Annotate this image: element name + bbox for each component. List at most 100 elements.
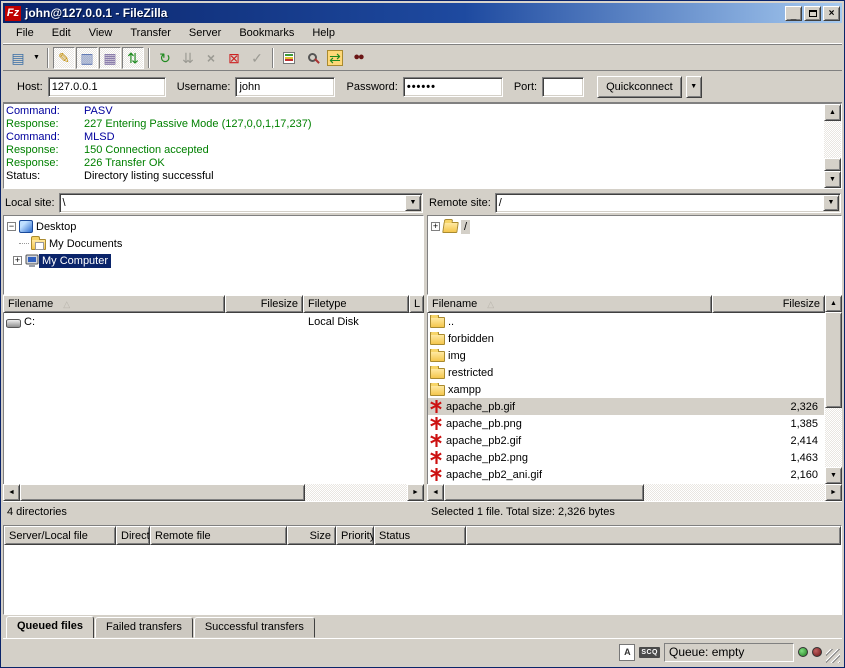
chevron-down-icon[interactable]: ▼ [405, 195, 421, 211]
host-input[interactable] [48, 77, 166, 97]
process-queue-button[interactable]: ⇊ [177, 47, 199, 69]
scroll-down-icon[interactable]: ▼ [825, 467, 842, 484]
tree-item-my-computer[interactable]: + My Computer [7, 252, 423, 269]
local-site-combo[interactable]: \ ▼ [59, 193, 423, 213]
quickconnect-button[interactable]: Quickconnect [597, 76, 682, 98]
menu-file[interactable]: File [7, 24, 43, 42]
queue-list-empty[interactable] [4, 545, 841, 614]
local-scroll-thumb[interactable] [20, 484, 305, 501]
tree-item-desktop[interactable]: − Desktop [7, 218, 423, 235]
selected-tree-item-label: My Computer [39, 254, 111, 268]
log-line: Command:MLSD [6, 131, 822, 144]
message-log: Command:PASV Response:227 Entering Passi… [4, 104, 824, 188]
local-column-filetype[interactable]: Filetype [303, 295, 409, 313]
local-column-filesize[interactable]: Filesize [225, 295, 303, 313]
remote-horizontal-scrollbar[interactable]: ◄ ► [427, 484, 842, 501]
queue-column-remote-file[interactable]: Remote file [150, 526, 287, 545]
local-horizontal-scrollbar[interactable]: ◄ ► [3, 484, 424, 501]
tree-expand-icon[interactable]: + [13, 256, 22, 265]
toggle-remote-tree-button[interactable]: ▦ [99, 47, 121, 69]
menu-edit[interactable]: Edit [43, 24, 80, 42]
disconnect-button[interactable]: ⊠ [223, 47, 245, 69]
directory-comparison-button[interactable] [278, 47, 300, 69]
resize-grip[interactable] [826, 649, 840, 663]
find-files-button[interactable]: ●● [347, 47, 369, 69]
tree-item-my-documents[interactable]: My Documents [7, 235, 423, 252]
local-column-filename[interactable]: Filename△ [3, 295, 225, 313]
local-file-row-c-drive[interactable]: C: Local Disk [4, 313, 423, 330]
remote-file-row[interactable]: apache_pb.png 1,385 [428, 415, 824, 432]
speed-limit-badge-icon[interactable]: SCQ [639, 647, 660, 658]
menu-transfer[interactable]: Transfer [121, 24, 180, 42]
tab-queued-files[interactable]: Queued files [6, 616, 94, 639]
refresh-button[interactable]: ↻ [154, 47, 176, 69]
scroll-up-icon[interactable]: ▲ [824, 104, 841, 121]
scroll-left-icon[interactable]: ◄ [3, 484, 20, 501]
chevron-down-icon[interactable]: ▼ [823, 195, 839, 211]
queue-column-status[interactable]: Status [374, 526, 466, 545]
tree-collapse-icon[interactable]: − [7, 222, 16, 231]
remote-pane: Remote site: / ▼ + / [427, 192, 842, 522]
menu-server[interactable]: Server [180, 24, 230, 42]
log-scroll-track[interactable] [824, 121, 841, 158]
close-button[interactable]: × [823, 6, 840, 21]
scroll-down-icon[interactable]: ▼ [824, 171, 841, 188]
log-scroll-thumb[interactable] [824, 158, 841, 171]
local-directory-tree: − Desktop My Documents + My Computer [3, 215, 424, 295]
remote-file-row[interactable]: img [428, 347, 824, 364]
message-log-icon: ✎ [58, 51, 70, 65]
scroll-up-icon[interactable]: ▲ [825, 295, 842, 312]
remote-file-row[interactable]: restricted [428, 364, 824, 381]
password-input[interactable] [403, 77, 503, 97]
remote-file-row[interactable]: apache_pb2.png 1,463 [428, 449, 824, 466]
remote-column-filesize[interactable]: Filesize [712, 295, 825, 313]
queue-column-size[interactable]: Size [287, 526, 336, 545]
remote-vertical-scrollbar[interactable]: ▲ ▼ [825, 295, 842, 484]
remote-scroll-track-h[interactable] [644, 484, 825, 501]
remote-scroll-thumb-h[interactable] [444, 484, 644, 501]
chevron-down-icon: ▼ [690, 83, 697, 90]
local-scroll-track[interactable] [305, 484, 407, 501]
scroll-right-icon[interactable]: ► [825, 484, 842, 501]
site-manager-dropdown[interactable]: ▼ [30, 47, 43, 69]
transfer-type-ascii-icon[interactable]: A [619, 644, 635, 661]
scroll-left-icon[interactable]: ◄ [427, 484, 444, 501]
queue-column-local-file[interactable]: Server/Local file [4, 526, 116, 545]
synchronized-browsing-button[interactable]: ⇄ [324, 47, 346, 69]
site-manager-button[interactable]: ▤ [7, 47, 29, 69]
toggle-local-tree-button[interactable]: ▥ [76, 47, 98, 69]
tab-failed-transfers[interactable]: Failed transfers [95, 617, 193, 638]
toggle-transfer-queue-button[interactable]: ⇅ [122, 47, 144, 69]
tree-item-root[interactable]: + / [431, 218, 841, 235]
remote-file-row[interactable]: .. [428, 313, 824, 330]
queue-column-priority[interactable]: Priority [336, 526, 374, 545]
remote-scroll-track[interactable] [825, 408, 842, 467]
menu-view[interactable]: View [80, 24, 122, 42]
remote-scroll-thumb[interactable] [825, 312, 842, 408]
local-column-last-modified[interactable]: L [409, 295, 424, 313]
remote-file-row[interactable]: apache_pb2_ani.gif 2,160 [428, 466, 824, 483]
remote-site-combo[interactable]: / ▼ [495, 193, 841, 213]
remote-file-row[interactable]: forbidden [428, 330, 824, 347]
scroll-right-icon[interactable]: ► [407, 484, 424, 501]
minimize-button[interactable]: _ [785, 6, 802, 21]
port-input[interactable] [542, 77, 584, 97]
filename-filters-button[interactable] [301, 47, 323, 69]
quickconnect-dropdown[interactable]: ▼ [686, 76, 702, 98]
reconnect-button[interactable]: ✓ [246, 47, 268, 69]
log-vertical-scrollbar[interactable]: ▲ ▼ [824, 104, 841, 188]
queue-column-direction[interactable]: Directi... [116, 526, 150, 545]
tab-successful-transfers[interactable]: Successful transfers [194, 617, 315, 638]
remote-file-row[interactable]: apache_pb2.gif 2,414 [428, 432, 824, 449]
cancel-operation-button[interactable]: × [200, 47, 222, 69]
title-bar[interactable]: Fz john@127.0.0.1 - FileZilla _ × [3, 3, 842, 23]
menu-bookmarks[interactable]: Bookmarks [230, 24, 303, 42]
remote-file-row-selected[interactable]: apache_pb.gif 2,326 [428, 398, 824, 415]
menu-help[interactable]: Help [303, 24, 344, 42]
maximize-button[interactable] [804, 6, 821, 21]
username-input[interactable] [235, 77, 335, 97]
tree-expand-icon[interactable]: + [431, 222, 440, 231]
toggle-message-log-button[interactable]: ✎ [53, 47, 75, 69]
remote-file-row[interactable]: xampp [428, 381, 824, 398]
remote-column-filename[interactable]: Filename△ [427, 295, 712, 313]
